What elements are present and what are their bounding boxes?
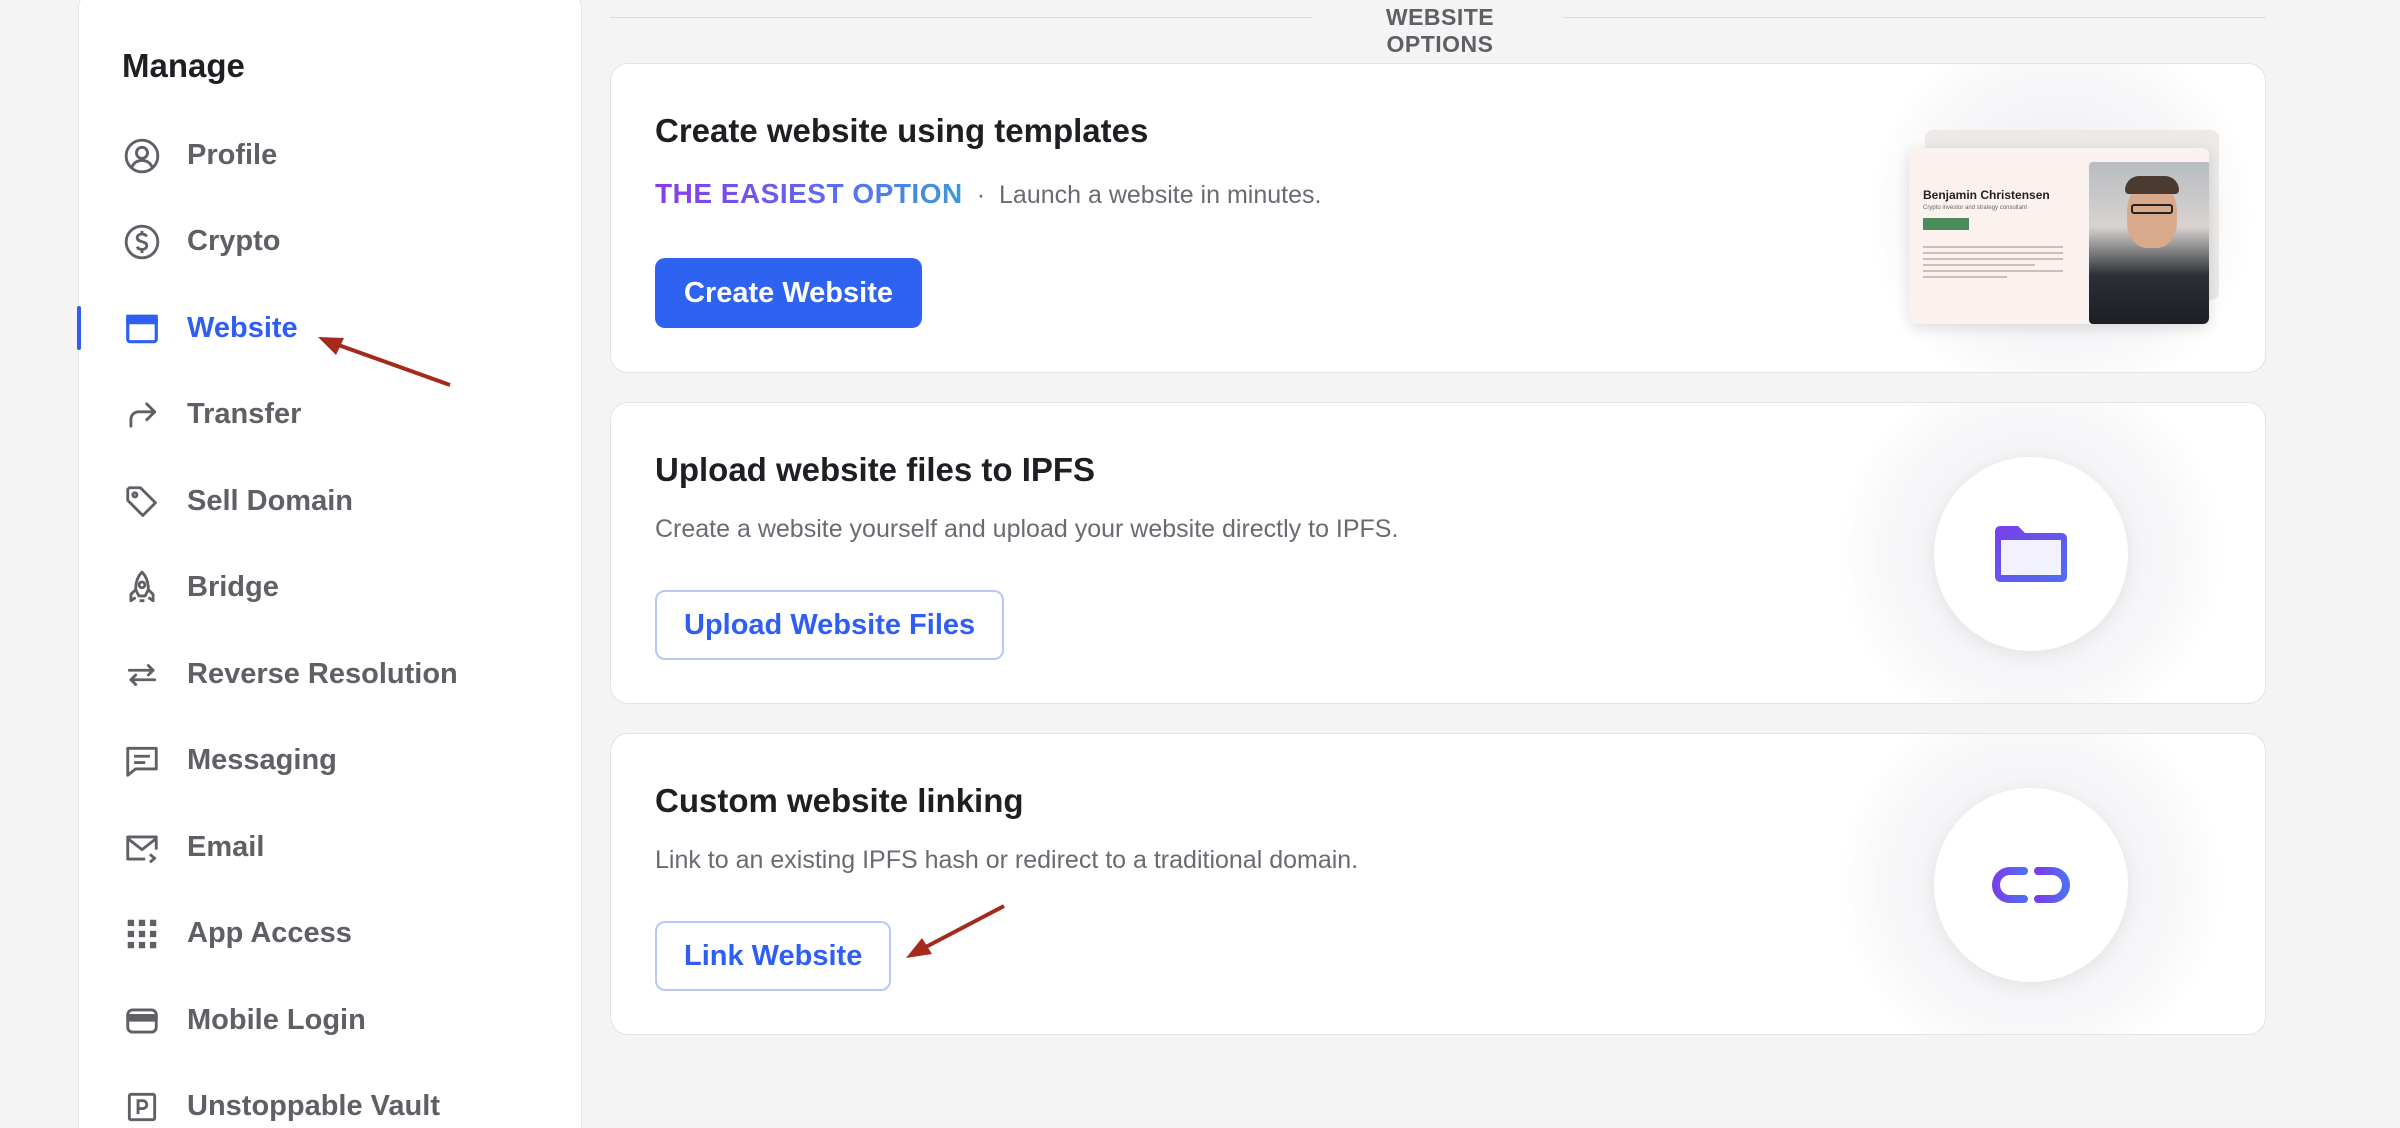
card-title: Custom website linking — [655, 782, 1024, 819]
sidebar-item-label: Reverse Resolution — [187, 658, 458, 690]
folder-icon-circle — [1934, 457, 2128, 651]
sidebar-item-label: Mobile Login — [187, 1004, 366, 1036]
card-title: Upload website files to IPFS — [655, 451, 1096, 488]
card-description: Create a website yourself and upload you… — [655, 515, 1399, 543]
link-icon-circle — [1934, 788, 2128, 982]
sidebar-item-reverse-resolution[interactable]: Reverse Resolution — [79, 644, 579, 704]
card-title: Create website using templates — [655, 112, 1149, 149]
wallet-icon — [123, 1002, 161, 1040]
sidebar-item-website[interactable]: Website — [77, 298, 579, 358]
dollar-circle-icon — [123, 223, 161, 261]
section-title: WEBSITE OPTIONS — [1385, 4, 1495, 57]
sidebar-item-mobile-login[interactable]: Mobile Login — [79, 990, 579, 1050]
card-description: Link to an existing IPFS hash or redirec… — [655, 846, 1359, 874]
custom-linking-card: Custom website linking Link to an existi… — [610, 733, 2266, 1035]
easiest-option-label: THE EASIEST OPTION — [655, 178, 963, 209]
sidebar-item-unstoppable-vault[interactable]: Unstoppable Vault — [79, 1076, 579, 1128]
vault-icon — [123, 1088, 161, 1126]
chat-icon — [123, 742, 161, 780]
sidebar-item-crypto[interactable]: Crypto — [79, 211, 579, 271]
grid-icon — [123, 915, 161, 953]
sidebar-item-label: Profile — [187, 139, 278, 171]
sidebar-item-label: App Access — [187, 917, 352, 949]
share-arrow-icon — [123, 396, 161, 434]
template-website-card: Create website using templates THE EASIE… — [610, 63, 2266, 373]
preview-text-lines — [1923, 246, 2063, 282]
link-website-button[interactable]: Link Website — [655, 921, 892, 991]
upload-ipfs-card: Upload website files to IPFS Create a we… — [610, 402, 2266, 704]
divider — [1563, 17, 2266, 18]
sidebar-item-messaging[interactable]: Messaging — [79, 730, 579, 790]
preview-name: Benjamin Christensen — [1923, 188, 2050, 202]
sidebar-title: Manage — [122, 47, 245, 84]
browser-window-icon — [123, 310, 161, 348]
separator-dot: · — [976, 181, 986, 209]
sidebar-item-transfer[interactable]: Transfer — [79, 384, 579, 444]
card-description-text: Launch a website in minutes. — [999, 181, 1322, 209]
sidebar-item-label: Unstoppable Vault — [187, 1090, 440, 1122]
divider — [610, 17, 1312, 18]
sidebar-item-label: Transfer — [187, 398, 302, 430]
card-description: THE EASIEST OPTION · Launch a website in m… — [655, 178, 1321, 210]
sidebar-item-label: Bridge — [187, 571, 279, 603]
section-header: WEBSITE OPTIONS — [610, 0, 2266, 57]
folder-icon — [1995, 526, 2067, 582]
swap-arrows-icon — [123, 656, 161, 694]
sidebar-item-label: Website — [187, 312, 298, 344]
sidebar-item-app-access[interactable]: App Access — [79, 903, 579, 963]
template-preview-image: Benjamin Christensen Crypto investor and… — [1909, 148, 2209, 324]
sidebar-item-email[interactable]: Email — [79, 817, 579, 877]
sidebar: Manage Profile Crypto Website Transfer S… — [77, 0, 582, 1128]
sidebar-item-label: Messaging — [187, 744, 337, 776]
sidebar-item-profile[interactable]: Profile — [79, 125, 579, 185]
sidebar-item-label: Crypto — [187, 225, 281, 257]
preview-button — [1923, 218, 1969, 230]
mail-icon — [123, 829, 161, 867]
tag-icon — [123, 483, 161, 521]
sidebar-item-bridge[interactable]: Bridge — [79, 557, 579, 617]
create-website-button[interactable]: Create Website — [655, 258, 922, 328]
link-icon — [1992, 867, 2070, 903]
upload-website-files-button[interactable]: Upload Website Files — [655, 590, 1005, 660]
rocket-icon — [123, 569, 161, 607]
preview-glasses — [2131, 204, 2173, 214]
preview-subtitle: Crypto investor and strategy consultant — [1923, 205, 2028, 211]
preview-hair — [2125, 176, 2179, 194]
sidebar-item-label: Sell Domain — [187, 485, 353, 517]
sidebar-item-sell-domain[interactable]: Sell Domain — [79, 471, 579, 531]
user-circle-icon — [123, 137, 161, 175]
sidebar-item-label: Email — [187, 831, 265, 863]
